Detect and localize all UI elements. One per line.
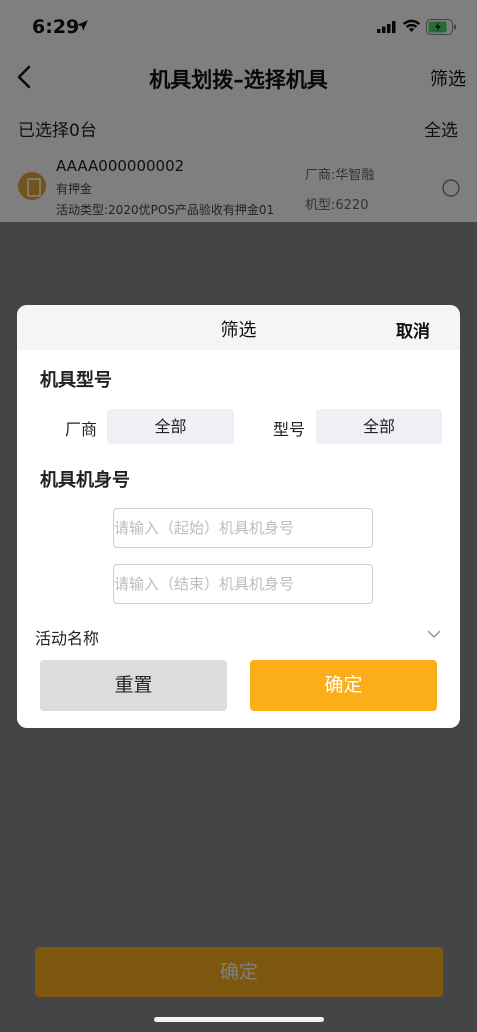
chevron-down-icon[interactable] (426, 628, 442, 640)
cancel-button[interactable]: 取消 (396, 317, 430, 342)
serial-end-input[interactable] (113, 564, 373, 604)
reset-button[interactable]: 重置 (40, 660, 227, 711)
serial-start-input[interactable] (113, 508, 373, 548)
home-indicator (154, 1017, 324, 1022)
filter-modal-title: 筛选 (220, 320, 257, 341)
model-section-title: 机具型号 (40, 370, 112, 391)
filter-modal: 筛选 取消 机具型号 厂商 全部 型号 全部 机具机身号 活动名称 重置 确定 (17, 305, 460, 728)
confirm-button[interactable]: 确定 (250, 660, 437, 711)
vendor-label: 厂商 (65, 420, 98, 439)
serial-section-title: 机具机身号 (40, 470, 130, 491)
model-select[interactable]: 全部 (316, 409, 442, 444)
activity-name-label[interactable]: 活动名称 (35, 625, 99, 649)
vendor-select[interactable]: 全部 (107, 409, 234, 444)
model-label: 型号 (273, 420, 306, 439)
filter-modal-header: 筛选 取消 (17, 305, 460, 350)
